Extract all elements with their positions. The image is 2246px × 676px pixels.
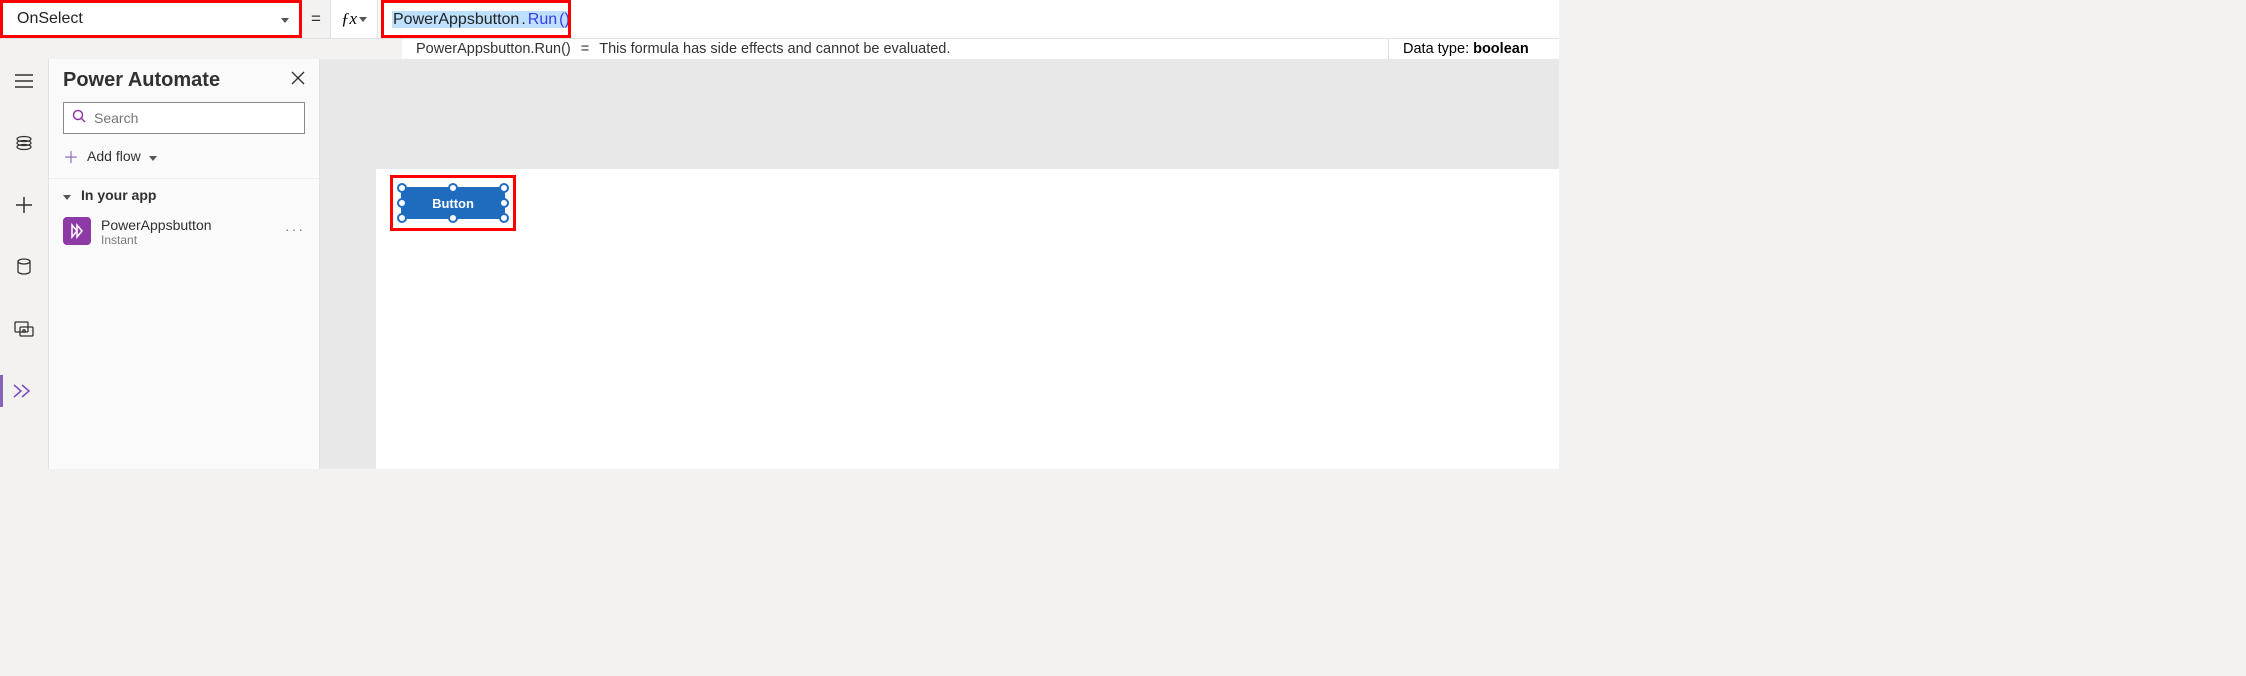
chevron-down-icon xyxy=(359,14,367,25)
formula-bar: OnSelect = ƒx PowerAppsbutton.Run() xyxy=(0,0,1559,38)
canvas-button-label: Button xyxy=(432,196,474,211)
search-icon xyxy=(72,109,86,128)
formula-result-bar: PowerAppsbutton.Run() = This formula has… xyxy=(0,38,1559,59)
tree-view-icon[interactable] xyxy=(0,125,48,161)
search-field[interactable] xyxy=(94,110,296,126)
data-icon[interactable] xyxy=(0,249,48,285)
formula-result-text: PowerAppsbutton.Run() = This formula has… xyxy=(402,39,1389,59)
hamburger-icon[interactable] xyxy=(0,63,48,99)
chevron-down-icon xyxy=(63,187,71,203)
flow-item[interactable]: PowerAppsbutton Instant ··· xyxy=(49,211,319,253)
canvas-button[interactable]: Button xyxy=(401,187,505,219)
add-flow-button[interactable]: ＋ Add flow xyxy=(49,134,319,178)
panel-title: Power Automate xyxy=(63,69,220,92)
formula-token-parens: () xyxy=(558,11,571,28)
fx-button[interactable]: ƒx xyxy=(330,0,378,38)
formula-result-echo: PowerAppsbutton.Run() xyxy=(416,41,571,57)
close-icon[interactable] xyxy=(291,71,305,90)
formula-result-message: This formula has side effects and cannot… xyxy=(599,41,950,57)
formula-datatype: Data type: boolean xyxy=(1389,39,1559,59)
flow-name: PowerAppsbutton xyxy=(101,217,212,233)
section-in-your-app[interactable]: In your app xyxy=(49,178,319,211)
media-icon[interactable] xyxy=(0,311,48,347)
formula-token-method: Run xyxy=(527,11,558,28)
equals-label: = xyxy=(302,0,330,38)
fx-icon: ƒx xyxy=(341,9,357,29)
flow-subtitle: Instant xyxy=(101,233,212,247)
search-input[interactable] xyxy=(63,102,305,134)
property-dropdown[interactable]: OnSelect xyxy=(0,0,302,38)
equals-label: = xyxy=(581,41,589,57)
power-automate-icon[interactable] xyxy=(0,373,48,409)
datatype-label: Data type: xyxy=(1403,41,1469,57)
formula-input[interactable]: PowerAppsbutton.Run() xyxy=(378,0,1559,38)
canvas-wrapper: Button xyxy=(320,59,1559,469)
chevron-down-icon xyxy=(281,10,289,28)
property-dropdown-value: OnSelect xyxy=(17,10,83,28)
power-automate-panel: Power Automate ＋ Add flow In your app xyxy=(48,59,320,469)
left-rail xyxy=(0,59,48,469)
add-flow-label: Add flow xyxy=(87,148,141,164)
formula-token-dot: . xyxy=(520,11,526,28)
datatype-value: boolean xyxy=(1473,41,1529,57)
more-icon[interactable]: ··· xyxy=(285,217,305,237)
flow-icon xyxy=(63,217,91,245)
formula-token-identifier: PowerAppsbutton xyxy=(392,11,520,28)
canvas[interactable]: Button xyxy=(376,169,1559,469)
plus-icon: ＋ xyxy=(63,144,79,168)
chevron-down-icon xyxy=(149,148,157,164)
section-label: In your app xyxy=(81,187,156,203)
main-area: Power Automate ＋ Add flow In your app xyxy=(0,59,1559,469)
insert-icon[interactable] xyxy=(0,187,48,223)
